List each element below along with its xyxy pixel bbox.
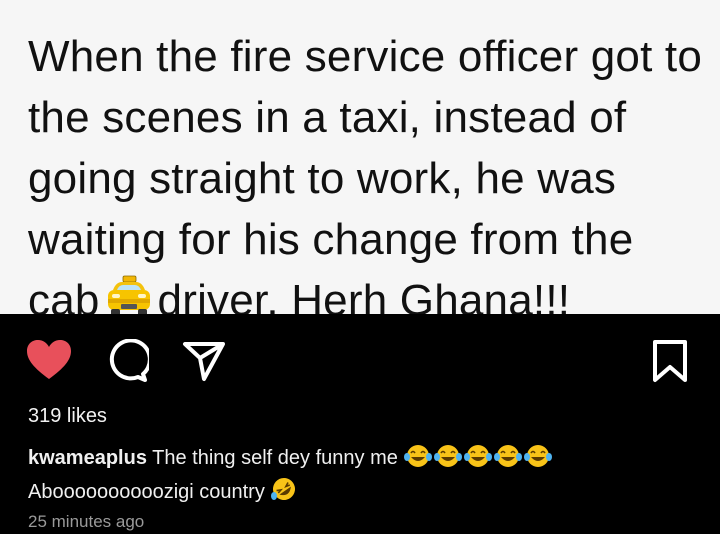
send-icon [182, 342, 226, 387]
post-text-main: When the fire service officer got to the… [28, 32, 703, 314]
caption-text: The thing self dey funny me [152, 447, 398, 469]
laugh-emoji-icon [523, 444, 553, 476]
post-text-end: driver. Herh Ghana!!! [157, 276, 571, 314]
heart-icon [26, 340, 72, 385]
likes-count[interactable]: 319 likes [28, 405, 107, 428]
comment-icon [105, 338, 152, 387]
post-footer: 319 likes kwameaplus The thing self dey … [0, 314, 720, 534]
save-button[interactable] [652, 339, 688, 388]
bookmark-icon [652, 340, 688, 387]
laugh-emoji-icon [463, 444, 493, 476]
taxi-emoji-icon [104, 275, 154, 314]
laugh-emoji-icon [403, 444, 433, 476]
share-button[interactable] [182, 339, 226, 388]
comment-button[interactable] [105, 338, 152, 388]
post-timestamp: 25 minutes ago [28, 512, 145, 531]
caption: kwameaplus The thing self dey funny me A… [28, 444, 708, 510]
caption-text-line2: Aboooooooooozigi country [28, 481, 265, 503]
post-image-text: When the fire service officer got to the… [28, 26, 708, 314]
caption-username[interactable]: kwameaplus [28, 447, 147, 469]
action-bar [0, 314, 720, 404]
laugh-emoji-icon [433, 444, 463, 476]
post-image: When the fire service officer got to the… [0, 0, 720, 314]
laugh-emoji-icon [493, 444, 523, 476]
rofl-emoji-icon [270, 476, 298, 510]
like-button[interactable] [26, 339, 72, 386]
